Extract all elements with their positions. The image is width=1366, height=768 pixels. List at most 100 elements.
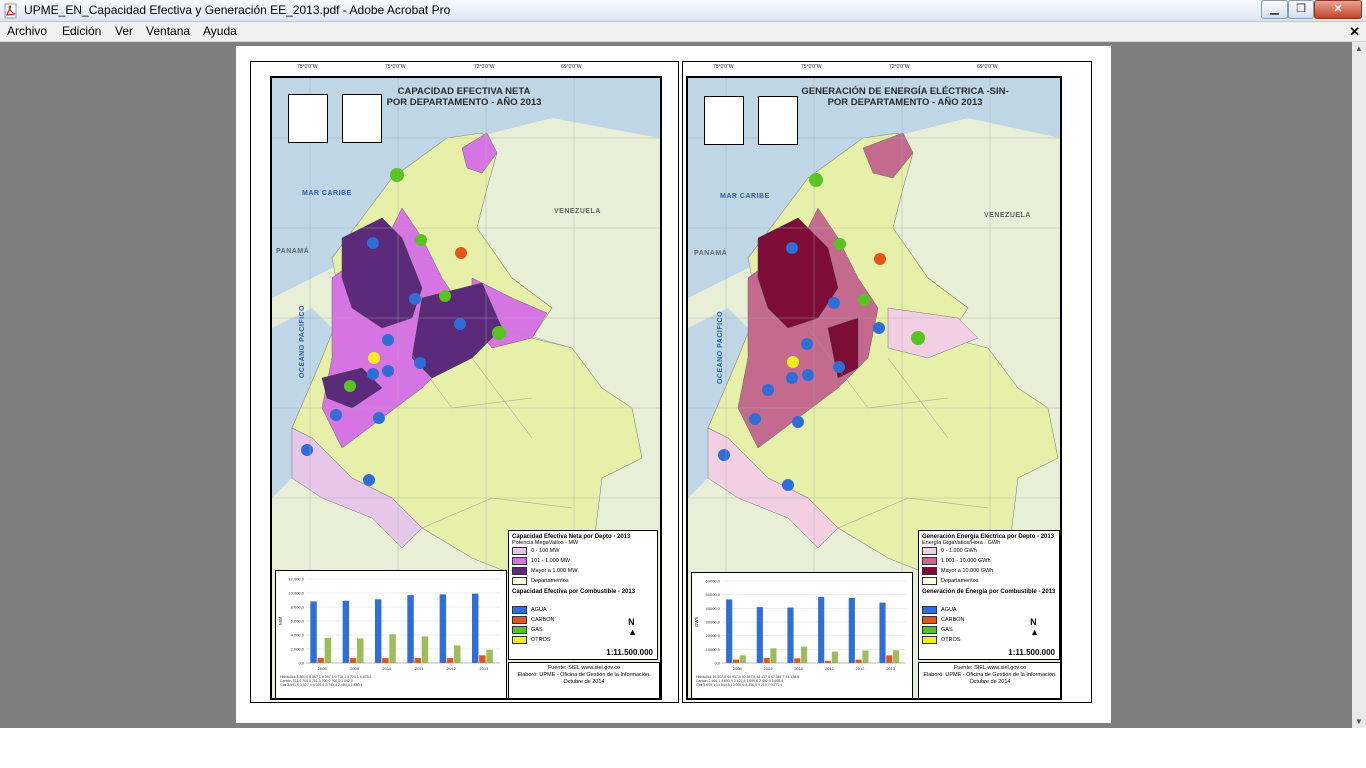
pdf-icon xyxy=(4,3,17,19)
axis-label: GWh xyxy=(694,616,699,627)
map-scale: 1:11.500.000 xyxy=(606,648,653,657)
label-panama: PANAMÁ xyxy=(694,250,728,257)
menu-ayuda[interactable]: Ayuda xyxy=(203,24,237,38)
tick-label: 6.000,0 xyxy=(291,619,305,624)
map-title: CAPACIDAD EFECTIVA NETA POR DEPARTAMENTO… xyxy=(386,86,542,108)
bar-chart: 60000,0 50000,0 40000,0 30000,0 20000,0 10000… xyxy=(694,579,906,671)
bar xyxy=(317,658,324,663)
coord-label: 75°0'0"W xyxy=(801,64,822,70)
label-oceano-pacifico: OCEANO PACIFICO xyxy=(717,310,725,385)
bar xyxy=(756,607,763,663)
bar xyxy=(862,650,869,663)
legend-item: Mayor a 10.000 GWh xyxy=(922,566,1056,576)
bar xyxy=(726,599,733,663)
chart-table: Hidráulica 46.502,0 40.937,4 40.557,5 48… xyxy=(696,675,908,687)
map-canvas[interactable]: GENERACIÓN DE ENERGÍA ELÉCTRICA -SIN- PO… xyxy=(686,76,1062,700)
close-document-icon[interactable]: ✕ xyxy=(1349,24,1360,40)
category-label: 2008 xyxy=(318,666,328,671)
menu-archivo[interactable]: Archivo xyxy=(7,24,47,38)
map-panel-generation: 78°0'0"W 75°0'0"W 72°0'0"W 69°0'0"W GENE… xyxy=(682,61,1092,703)
legend-item: 101 - 1.000 MW xyxy=(512,556,654,566)
map-scale: 1:11.500.000 xyxy=(1008,648,1055,657)
legend-item: 0 - 1.000 GWh xyxy=(922,546,1056,556)
legend-item: Departamentos xyxy=(922,576,1056,586)
inset-map xyxy=(704,96,744,145)
bar xyxy=(818,596,825,663)
map-canvas[interactable]: CAPACIDAD EFECTIVA NETA POR DEPARTAMENTO… xyxy=(270,76,662,700)
legend-item: Departamentos xyxy=(512,576,654,586)
bar xyxy=(855,659,862,663)
north-arrow-icon: N ▲ xyxy=(1030,617,1039,637)
tick-label: 30000,0 xyxy=(706,620,721,625)
bar xyxy=(407,595,414,663)
legend: Generación Energía Eléctrica por Depto -… xyxy=(918,530,1060,660)
vertical-scrollbar[interactable]: ▲ ▼ xyxy=(1352,42,1366,728)
tick-label: 10000,0 xyxy=(706,647,721,652)
legend-fuel-title: Generación de Energía por Combustible - … xyxy=(922,589,1056,595)
bar xyxy=(446,658,454,663)
legend-item: 1.001 - 10.000 GWh xyxy=(922,556,1056,566)
tick-label: 60000,0 xyxy=(706,579,721,584)
tick-label: 4.000,0 xyxy=(291,633,305,638)
label-venezuela: VENEZUELA xyxy=(554,208,601,215)
coord-label: 69°0'0"W xyxy=(561,64,582,70)
bar xyxy=(324,637,332,663)
scroll-up-icon[interactable]: ▲ xyxy=(1355,44,1363,53)
map-title: GENERACIÓN DE ENERGÍA ELÉCTRICA -SIN- PO… xyxy=(801,86,1009,108)
generation-chart: 60000,0 50000,0 40000,0 30000,0 20000,0 10000… xyxy=(691,572,913,698)
bar xyxy=(893,650,900,663)
coord-label: 75°0'0"W xyxy=(385,64,406,70)
bar xyxy=(454,645,461,663)
chart-table: Hidráulica 8.860,0 8.887,1 9.097,1 9.718… xyxy=(280,675,500,687)
bar xyxy=(879,602,886,663)
label-mar-caribe: MAR CARIBE xyxy=(720,193,770,200)
coord-label: 72°0'0"W xyxy=(474,64,495,70)
menu-edicion[interactable]: Edición xyxy=(62,24,101,38)
bar xyxy=(479,655,486,663)
tick-label: 12.000,0 xyxy=(288,577,304,582)
map-panel-capacity: 78°0'0"W 75°0'0"W 72°0'0"W 69°0'0"W CAPA… xyxy=(250,61,679,703)
coord-label: 78°0'0"W xyxy=(297,64,318,70)
category-label: 2012 xyxy=(447,666,457,671)
scroll-down-icon[interactable]: ▼ xyxy=(1355,717,1363,726)
menu-ver[interactable]: Ver xyxy=(115,24,133,38)
legend-fuel-title: Capacidad Efectiva por Combustible - 201… xyxy=(512,589,636,595)
category-label: 2010 xyxy=(382,666,392,671)
label-oceano-pacifico: OCEANO PACIFICO xyxy=(299,304,307,379)
bar-chart: 12.000,0 10.000,0 8.000,0 6.000,0 4.000,0 2.0… xyxy=(278,577,500,671)
source-box: Fuente: SIEL www.siel.gov.co Elaboró: UP… xyxy=(918,662,1060,698)
tick-label: 40000,0 xyxy=(706,606,721,611)
source-text: Fuente: SIEL www.siel.gov.co Elaboró: UP… xyxy=(517,665,651,685)
bar xyxy=(763,657,770,663)
tick-label: 2.000,0 xyxy=(291,647,305,652)
legend: Capacidad Efectiva Neta por Depto - 2013… xyxy=(508,530,658,660)
category-label: 2013 xyxy=(886,666,896,671)
restore-icon[interactable]: ❐ xyxy=(1288,0,1314,19)
bar xyxy=(342,600,350,663)
minimize-icon[interactable]: ▁ xyxy=(1261,0,1288,19)
category-label: 2013 xyxy=(479,666,489,671)
title-bar: UPME_EN_Capacidad Efectiva y Generación … xyxy=(0,0,1366,22)
category-label: 2009 xyxy=(350,666,360,671)
window-title: UPME_EN_Capacidad Efectiva y Generación … xyxy=(24,3,451,17)
bar xyxy=(848,597,855,663)
label-panama: PANAMÁ xyxy=(276,248,310,255)
bar xyxy=(770,648,777,663)
bar xyxy=(382,658,389,663)
coord-label: 78°0'0"W xyxy=(713,64,734,70)
bar xyxy=(831,651,838,663)
bar xyxy=(739,655,746,663)
tick-label: 50000,0 xyxy=(706,592,721,597)
bar xyxy=(801,646,808,663)
tick-label: 0,0 xyxy=(714,661,720,666)
bar xyxy=(732,659,740,663)
bar xyxy=(414,658,421,663)
inset-map xyxy=(288,94,328,143)
menu-ventana[interactable]: Ventana xyxy=(146,24,190,38)
category-label: 2008 xyxy=(733,666,743,671)
inset-map xyxy=(758,96,798,145)
capacity-chart: 12.000,0 10.000,0 8.000,0 6.000,0 4.000,0 2.0… xyxy=(275,570,507,698)
close-icon[interactable]: ✕ xyxy=(1314,0,1362,19)
category-label: 2011 xyxy=(825,666,834,671)
category-label: 2011 xyxy=(415,666,424,671)
